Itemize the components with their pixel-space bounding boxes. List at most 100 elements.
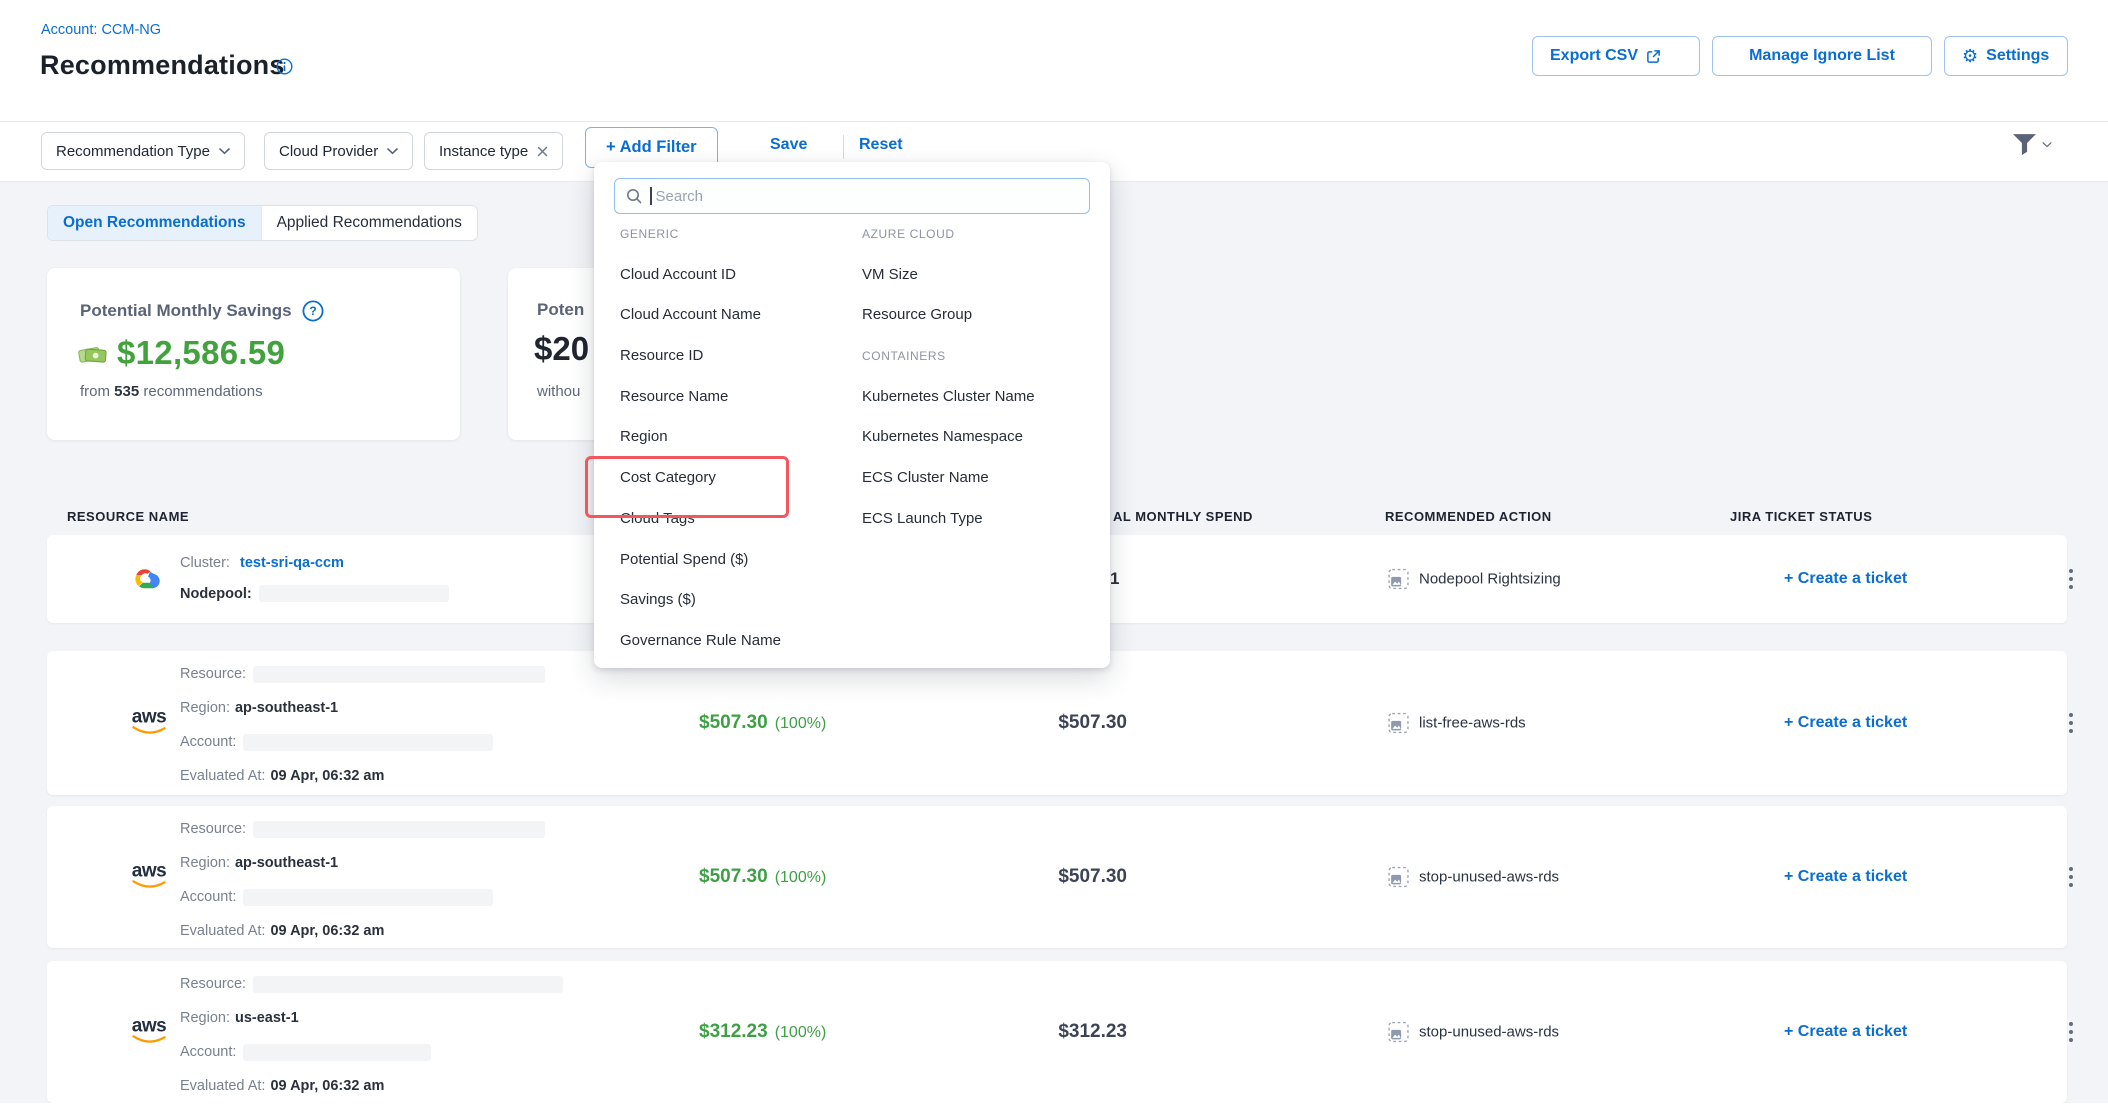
page-header: Account: CCM-NG Recommendations Export C… xyxy=(0,0,2108,122)
breadcrumb[interactable]: Account: CCM-NG xyxy=(41,22,161,38)
redacted-value xyxy=(243,734,493,751)
redacted-value xyxy=(253,821,545,838)
nodepool-label: Nodepool: xyxy=(180,586,252,602)
savings-subtext: from 535 recommendations xyxy=(80,383,263,400)
dropdown-item-ecs-launch-type[interactable]: ECS Launch Type xyxy=(862,499,1092,540)
account-label: Account: xyxy=(180,1044,236,1060)
spend-value-fragment: 1 xyxy=(1110,569,1119,589)
dropdown-item-governance-rule-name[interactable]: Governance Rule Name xyxy=(620,621,852,662)
resource-label: Resource: xyxy=(180,976,246,992)
cluster-name-link[interactable]: test-sri-qa-ccm xyxy=(240,555,344,571)
divider xyxy=(843,135,844,159)
account-label: Account: xyxy=(180,889,236,905)
help-icon[interactable]: ? xyxy=(302,300,324,322)
chip-label: Recommendation Type xyxy=(56,143,210,160)
table-row-aws-1[interactable]: aws Resource: Region:ap-southeast-1 Acco… xyxy=(47,651,2067,795)
search-icon xyxy=(626,188,642,204)
export-csv-button[interactable]: Export CSV xyxy=(1532,36,1700,76)
broken-image-icon xyxy=(1388,569,1409,590)
tab-applied-recommendations[interactable]: Applied Recommendations xyxy=(261,206,477,240)
savings-percent: (100%) xyxy=(775,1024,827,1041)
recommendation-count: 535 xyxy=(114,383,139,400)
dropdown-item-cost-category[interactable]: Cost Category xyxy=(620,458,852,499)
nodepool-line: Nodepool: xyxy=(180,585,449,602)
table-row-aws-2[interactable]: aws Resource: Region:ap-southeast-1 Acco… xyxy=(47,806,2067,948)
dropdown-item-cloud-account-name[interactable]: Cloud Account Name xyxy=(620,295,852,336)
dropdown-item-resource-group[interactable]: Resource Group xyxy=(862,295,1092,336)
remove-chip-icon[interactable] xyxy=(537,146,548,157)
potential-savings-value: $312.23(100%) xyxy=(699,1021,826,1043)
dropdown-item-kubernetes-cluster-name[interactable]: Kubernetes Cluster Name xyxy=(862,377,1092,418)
recommended-action: stop-unused-aws-rds xyxy=(1388,1022,1559,1043)
redacted-value xyxy=(243,889,493,906)
table-row-aws-3[interactable]: aws Resource: Region:us-east-1 Account: … xyxy=(47,961,2067,1103)
dropdown-item-resource-id[interactable]: Resource ID xyxy=(620,336,852,377)
page-title: Recommendations xyxy=(40,50,285,81)
partial-card-amount: $20 xyxy=(534,330,589,368)
chevron-down-icon xyxy=(2042,142,2052,148)
create-ticket-link[interactable]: + Create a ticket xyxy=(1784,868,1907,886)
region-value: ap-southeast-1 xyxy=(235,855,338,871)
dropdown-item-kubernetes-namespace[interactable]: Kubernetes Namespace xyxy=(862,417,1092,458)
savings-amount-row: $12,586.59 xyxy=(77,334,285,372)
section-generic-label: GENERIC xyxy=(620,214,852,255)
save-filter-link[interactable]: Save xyxy=(770,136,807,154)
redacted-value xyxy=(259,585,449,602)
cluster-label: Cluster: xyxy=(180,555,230,571)
settings-button[interactable]: ⚙ Settings xyxy=(1944,36,2068,76)
action-label: Nodepool Rightsizing xyxy=(1419,571,1561,588)
create-ticket-link[interactable]: + Create a ticket xyxy=(1784,714,1907,732)
page-bottom-margin xyxy=(0,1103,2108,1114)
dropdown-search[interactable] xyxy=(614,178,1090,214)
dropdown-item-region[interactable]: Region xyxy=(620,417,852,458)
manage-ignore-list-button[interactable]: Manage Ignore List xyxy=(1712,36,1932,76)
search-input[interactable] xyxy=(654,187,1058,206)
potential-monthly-savings-card: Potential Monthly Savings ? $12,586.59 f… xyxy=(47,268,460,440)
dropdown-item-resource-name[interactable]: Resource Name xyxy=(620,377,852,418)
savings-amount: $12,586.59 xyxy=(117,334,285,372)
resource-details: Resource: Region:us-east-1 Account: Eval… xyxy=(180,974,563,1110)
evaluated-at-value: 09 Apr, 06:32 am xyxy=(270,768,384,784)
recommendations-tabs: Open Recommendations Applied Recommendat… xyxy=(47,205,478,241)
create-ticket-link[interactable]: + Create a ticket xyxy=(1784,1023,1907,1041)
reset-filter-link[interactable]: Reset xyxy=(859,136,903,154)
filter-chip-instance-type[interactable]: Instance type xyxy=(424,132,563,170)
filter-funnel-button[interactable] xyxy=(2012,133,2052,156)
chevron-down-icon xyxy=(387,148,398,155)
region-label: Region: xyxy=(180,700,230,716)
kebab-menu-icon[interactable] xyxy=(2065,565,2077,593)
chevron-down-icon xyxy=(219,148,230,155)
broken-image-icon xyxy=(1388,867,1409,888)
column-header-recommended-action: RECOMMENDED ACTION xyxy=(1385,509,1552,524)
section-azure-cloud-label: AZURE CLOUD xyxy=(862,214,1092,255)
dropdown-item-ecs-cluster-name[interactable]: ECS Cluster Name xyxy=(862,458,1092,499)
account-label: Account: xyxy=(180,734,236,750)
gcp-icon xyxy=(127,562,163,596)
redacted-value xyxy=(253,666,545,683)
kebab-menu-icon[interactable] xyxy=(2065,709,2077,737)
region-value: ap-southeast-1 xyxy=(235,700,338,716)
create-ticket-link[interactable]: + Create a ticket xyxy=(1784,570,1907,588)
evaluated-at-value: 09 Apr, 06:32 am xyxy=(270,1078,384,1094)
region-label: Region: xyxy=(180,1010,230,1026)
gear-icon: ⚙ xyxy=(1962,47,1978,65)
manage-ignore-list-label: Manage Ignore List xyxy=(1749,47,1895,65)
filter-chip-cloud-provider[interactable]: Cloud Provider xyxy=(264,132,413,170)
info-icon[interactable] xyxy=(276,58,293,80)
dropdown-item-potential-spend[interactable]: Potential Spend ($) xyxy=(620,540,852,581)
filter-chip-recommendation-type[interactable]: Recommendation Type xyxy=(41,132,245,170)
resource-label: Resource: xyxy=(180,821,246,837)
dropdown-column-generic: GENERIC Cloud Account ID Cloud Account N… xyxy=(620,214,852,662)
savings-amount: $507.30 xyxy=(699,866,768,887)
recommended-action: Nodepool Rightsizing xyxy=(1388,569,1561,590)
dropdown-item-vm-size[interactable]: VM Size xyxy=(862,255,1092,296)
dropdown-item-cloud-account-id[interactable]: Cloud Account ID xyxy=(620,255,852,296)
dropdown-item-savings[interactable]: Savings ($) xyxy=(620,580,852,621)
monthly-spend-value: $507.30 xyxy=(1045,866,1127,888)
kebab-menu-icon[interactable] xyxy=(2065,863,2077,891)
kebab-menu-icon[interactable] xyxy=(2065,1018,2077,1046)
money-icon xyxy=(77,341,109,365)
text-caret xyxy=(650,187,652,205)
dropdown-item-cloud-tags[interactable]: Cloud Tags xyxy=(620,499,852,540)
tab-open-recommendations[interactable]: Open Recommendations xyxy=(48,206,261,240)
